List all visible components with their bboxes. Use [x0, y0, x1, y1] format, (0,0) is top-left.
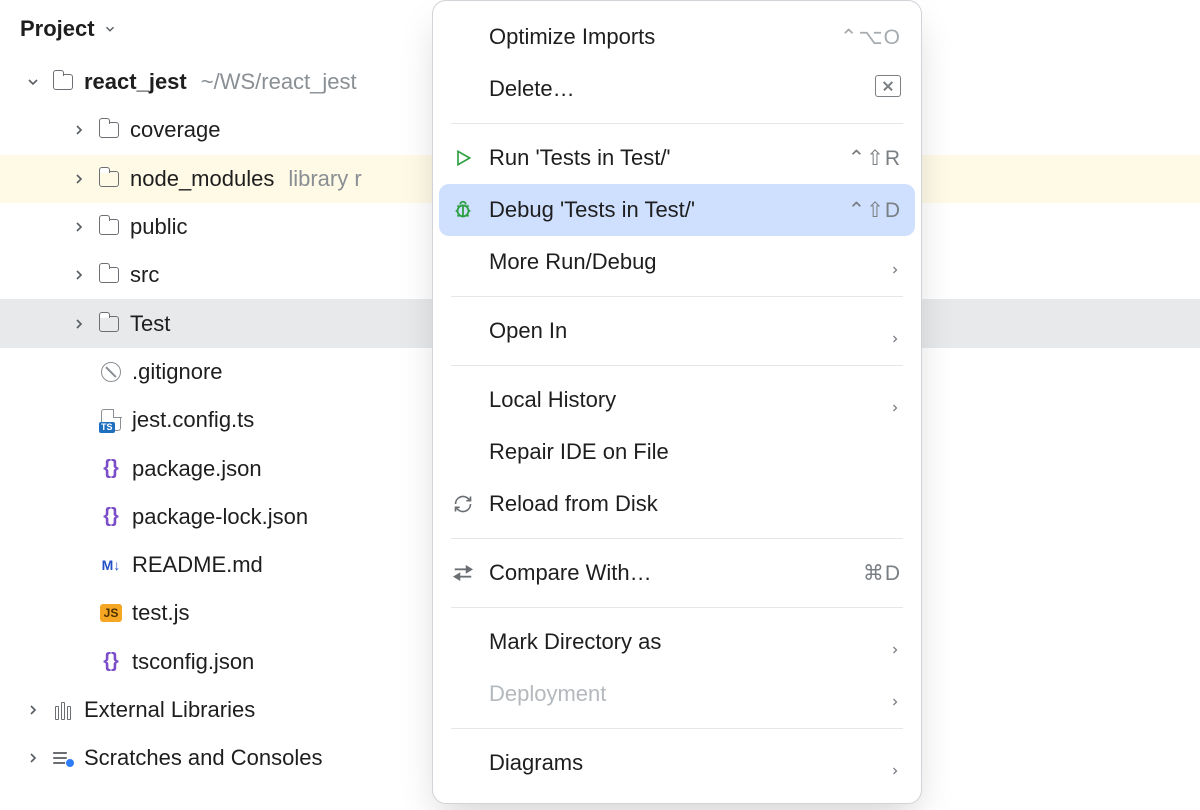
menu-shortcut: ⌃⇧R	[848, 146, 901, 171]
tree-item-label: README.md	[132, 552, 263, 578]
tree-item-label: src	[130, 262, 159, 288]
menu-deployment[interactable]: • Deployment	[433, 668, 921, 720]
chevron-right-icon	[24, 701, 42, 719]
menu-repair-ide[interactable]: • Repair IDE on File	[433, 426, 921, 478]
menu-diagrams[interactable]: • Diagrams	[433, 737, 921, 789]
tree-item-label: Test	[130, 311, 170, 337]
menu-run-tests[interactable]: Run 'Tests in Test/' ⌃⇧R	[433, 132, 921, 184]
menu-delete[interactable]: • Delete…	[433, 63, 921, 115]
json-file-icon: {}	[100, 458, 122, 480]
menu-item-label: Diagrams	[489, 750, 875, 776]
context-menu: • Optimize Imports ⌃⌥O • Delete… Run 'Te…	[432, 0, 922, 804]
tree-item-label: tsconfig.json	[132, 649, 254, 675]
delete-icon	[875, 75, 901, 103]
submenu-chevron-icon	[889, 688, 901, 700]
debug-icon	[451, 198, 475, 222]
folder-icon	[98, 119, 120, 141]
submenu-chevron-icon	[889, 636, 901, 648]
chevron-right-icon	[70, 121, 88, 139]
menu-item-label: Delete…	[489, 76, 861, 102]
tree-item-label: coverage	[130, 117, 221, 143]
javascript-file-icon: JS	[100, 602, 122, 624]
chevron-down-icon	[24, 73, 42, 91]
tree-item-label: package.json	[132, 456, 262, 482]
menu-separator	[451, 296, 903, 297]
menu-item-label: Mark Directory as	[489, 629, 875, 655]
submenu-chevron-icon	[889, 325, 901, 337]
menu-optimize-imports[interactable]: • Optimize Imports ⌃⌥O	[433, 11, 921, 63]
menu-local-history[interactable]: • Local History	[433, 374, 921, 426]
chevron-right-icon	[24, 749, 42, 767]
json-file-icon: {}	[100, 506, 122, 528]
folder-icon	[98, 168, 120, 190]
tree-item-label: Scratches and Consoles	[84, 745, 322, 771]
submenu-chevron-icon	[889, 394, 901, 406]
tree-item-label: test.js	[132, 600, 189, 626]
library-icon	[52, 699, 74, 721]
menu-shortcut: ⌃⇧D	[848, 198, 901, 223]
menu-separator	[451, 123, 903, 124]
menu-item-label: Open In	[489, 318, 875, 344]
chevron-right-icon	[70, 218, 88, 236]
menu-item-label: Optimize Imports	[489, 24, 826, 50]
tree-item-label: public	[130, 214, 187, 240]
menu-compare-with[interactable]: Compare With… ⌘D	[433, 547, 921, 599]
menu-shortcut: ⌘D	[863, 561, 901, 586]
menu-separator	[451, 728, 903, 729]
ignore-icon	[100, 361, 122, 383]
menu-item-label: Local History	[489, 387, 875, 413]
menu-item-label: More Run/Debug	[489, 249, 875, 275]
folder-icon	[52, 71, 74, 93]
run-icon	[451, 146, 475, 170]
folder-icon	[98, 313, 120, 335]
menu-reload-from-disk[interactable]: Reload from Disk	[433, 478, 921, 530]
menu-item-label: Deployment	[489, 681, 875, 707]
compare-icon	[451, 561, 475, 585]
tree-item-hint: library r	[288, 166, 361, 192]
chevron-right-icon	[70, 315, 88, 333]
tree-item-label: External Libraries	[84, 697, 255, 723]
menu-separator	[451, 538, 903, 539]
menu-item-label: Debug 'Tests in Test/'	[489, 197, 834, 223]
json-file-icon: {}	[100, 651, 122, 673]
menu-mark-directory-as[interactable]: • Mark Directory as	[433, 616, 921, 668]
tree-item-label: .gitignore	[132, 359, 223, 385]
menu-debug-tests[interactable]: Debug 'Tests in Test/' ⌃⇧D	[439, 184, 915, 236]
chevron-right-icon	[70, 266, 88, 284]
tree-root-label: react_jest	[84, 69, 187, 95]
menu-item-label: Run 'Tests in Test/'	[489, 145, 834, 171]
menu-separator	[451, 365, 903, 366]
folder-icon	[98, 216, 120, 238]
scratches-icon	[52, 747, 74, 769]
submenu-chevron-icon	[889, 256, 901, 268]
menu-item-label: Repair IDE on File	[489, 439, 901, 465]
chevron-right-icon	[70, 170, 88, 188]
tree-item-label: jest.config.ts	[132, 407, 254, 433]
typescript-file-icon: TS	[100, 409, 122, 431]
markdown-file-icon: M↓	[100, 554, 122, 576]
menu-item-label: Reload from Disk	[489, 491, 901, 517]
menu-separator	[451, 607, 903, 608]
menu-shortcut: ⌃⌥O	[840, 25, 901, 50]
project-title: Project	[20, 16, 95, 42]
menu-more-run-debug[interactable]: • More Run/Debug	[433, 236, 921, 288]
submenu-chevron-icon	[889, 757, 901, 769]
tree-item-label: node_modules	[130, 166, 274, 192]
menu-item-label: Compare With…	[489, 560, 849, 586]
folder-icon	[98, 264, 120, 286]
tree-item-label: package-lock.json	[132, 504, 308, 530]
tree-root-path: ~/WS/react_jest	[201, 69, 357, 95]
menu-open-in[interactable]: • Open In	[433, 305, 921, 357]
reload-icon	[451, 492, 475, 516]
chevron-down-icon	[103, 22, 117, 36]
